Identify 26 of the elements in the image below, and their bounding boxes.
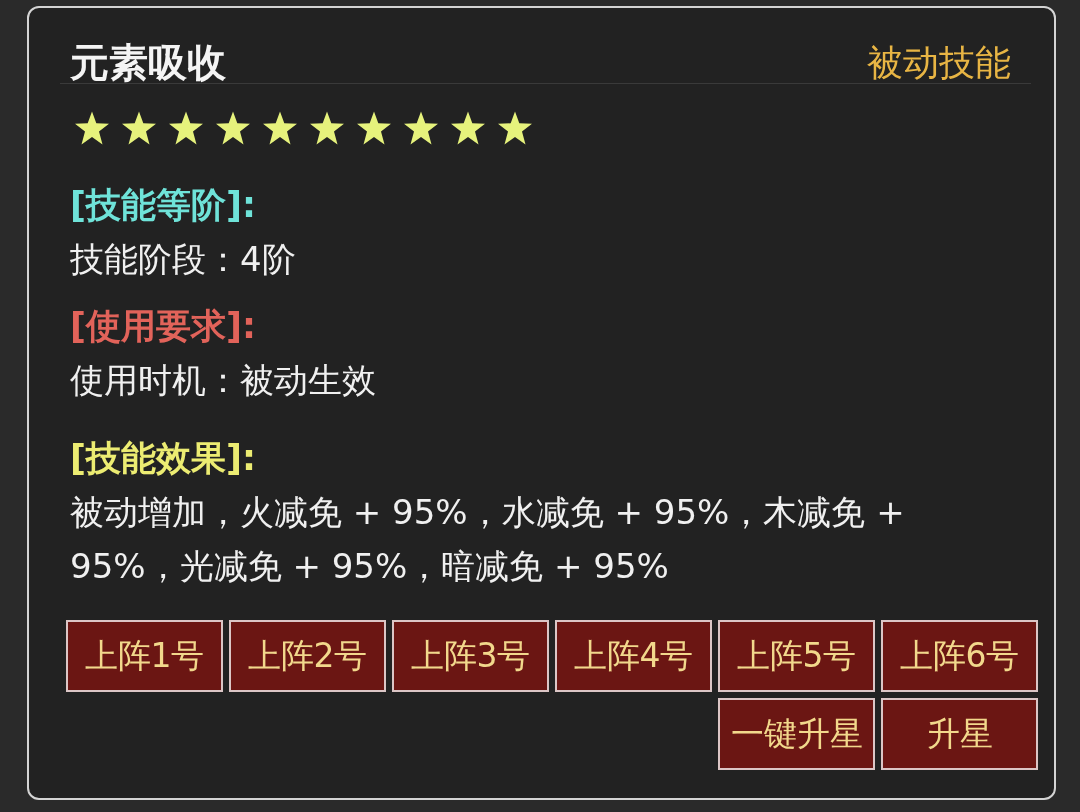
star-icon <box>404 111 438 145</box>
skill-type-label: 被动技能 <box>867 42 1011 83</box>
section-text: 使用时机：被动生效 <box>70 362 377 398</box>
action-button[interactable]: 升星 <box>881 698 1038 770</box>
section-heading: [技能效果]: <box>70 440 257 476</box>
section-text: 技能阶段：4阶 <box>70 241 297 277</box>
section-text: 被动增加，火减免 + 95%，水减免 + 95%，木减免 + 95%，光减免 + 95%，暗减免 + 95% <box>70 491 906 588</box>
action-button[interactable]: 上阵5号 <box>718 620 875 692</box>
action-button[interactable]: 上阵2号 <box>229 620 386 692</box>
action-button[interactable]: 上阵4号 <box>555 620 712 692</box>
action-button[interactable]: 上阵6号 <box>881 620 1038 692</box>
star-icon <box>169 111 203 145</box>
star-icon <box>310 111 344 145</box>
star-icon <box>357 111 391 145</box>
action-button[interactable]: 上阵3号 <box>392 620 549 692</box>
star-icon <box>216 111 250 145</box>
section-heading: [使用要求]: <box>70 308 257 344</box>
star-icon <box>451 111 485 145</box>
star-icon <box>75 111 109 145</box>
star-icon <box>498 111 532 145</box>
star-icon <box>263 111 297 145</box>
skill-name: 元素吸收 <box>70 42 226 83</box>
section-heading: [技能等阶]: <box>70 187 257 223</box>
action-button[interactable]: 一键升星 <box>718 698 875 770</box>
action-button[interactable]: 上阵1号 <box>66 620 223 692</box>
star-icon <box>122 111 156 145</box>
